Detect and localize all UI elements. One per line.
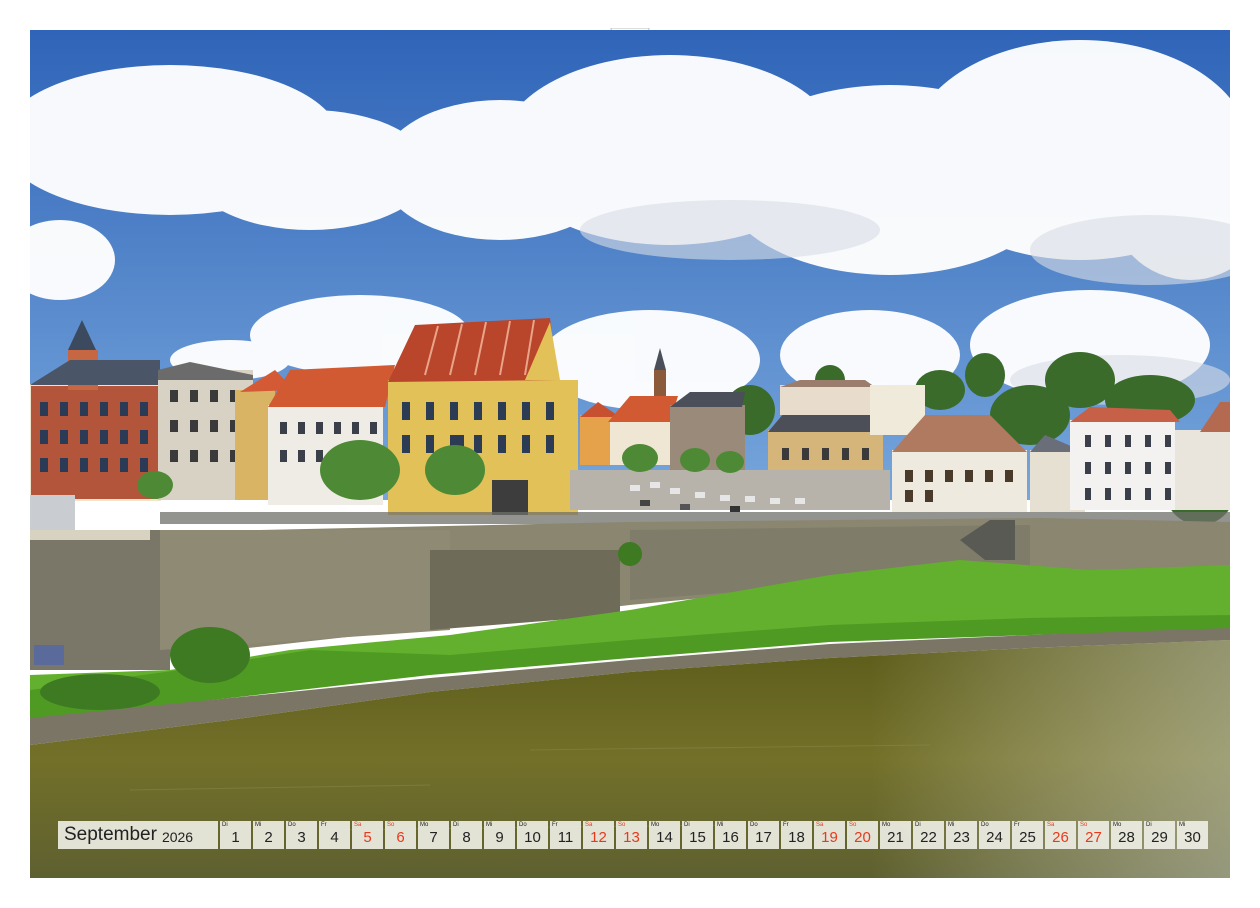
day-cell: Mo 7 [418,821,449,849]
day-cell: So 6 [385,821,416,849]
day-cell: Mo 14 [649,821,680,849]
day-number: 1 [231,829,240,846]
weekday-abbr: Mi [255,822,262,828]
day-number: 25 [1019,829,1036,846]
day-cell: Sa 26 [1045,821,1076,849]
weekday-abbr: Do [519,822,527,828]
day-number: 17 [755,829,772,846]
weekday-abbr: Di [1146,822,1152,828]
day-cell: Do 24 [979,821,1010,849]
day-cell: So 13 [616,821,647,849]
calendar-strip: September 2026 Di 1 Mi 2 Do 3 Fr 4 Sa 5 So 6 Mo 7 Di 8 M… [58,821,1208,849]
weekday-abbr: Mi [486,822,493,828]
weekday-abbr: Di [222,822,228,828]
day-cell: Sa 5 [352,821,383,849]
day-number: 9 [495,829,504,846]
weekday-abbr: Mo [651,822,660,828]
day-cell: Mo 21 [880,821,911,849]
weekday-abbr: Sa [816,822,824,828]
day-number: 14 [656,829,673,846]
weekday-abbr: Fr [321,822,327,828]
day-number: 6 [396,829,405,846]
graffiti [34,645,64,665]
weekday-abbr: Sa [585,822,593,828]
weekday-abbr: Di [684,822,690,828]
day-number: 22 [920,829,937,846]
day-number: 7 [429,829,438,846]
weekday-abbr: Mo [420,822,429,828]
day-cell: Do 10 [517,821,548,849]
day-cell: Mo 28 [1111,821,1142,849]
day-cell: Mi 9 [484,821,515,849]
weekday-abbr: Sa [1047,822,1055,828]
day-cell: Di 29 [1144,821,1175,849]
year-label: 2026 [161,828,194,845]
month-name: September [64,824,157,845]
day-number: 10 [524,829,541,846]
calendar-photo [30,30,1230,878]
day-number: 5 [363,829,372,846]
weekday-abbr: So [849,822,857,828]
day-cell: Mi 2 [253,821,284,849]
day-cell: Do 17 [748,821,779,849]
day-cell: So 27 [1078,821,1109,849]
day-number: 13 [623,829,640,846]
weekday-abbr: Fr [552,822,558,828]
day-number: 30 [1184,829,1201,846]
day-number: 4 [330,829,339,846]
weekday-abbr: Di [453,822,459,828]
weekday-abbr: So [1080,822,1088,828]
weekday-abbr: Do [981,822,989,828]
weekday-abbr: Mo [1113,822,1122,828]
day-cell: Fr 18 [781,821,812,849]
day-cell: Sa 12 [583,821,614,849]
day-number: 24 [986,829,1003,846]
day-number: 26 [1052,829,1069,846]
day-cell: Sa 19 [814,821,845,849]
day-number: 21 [887,829,904,846]
day-cell: Mi 16 [715,821,746,849]
weekday-abbr: Fr [1014,822,1020,828]
weekday-abbr: Do [288,822,296,828]
plaza [570,470,890,510]
weekday-abbr: Sa [354,822,362,828]
day-cell: Di 15 [682,821,713,849]
weekday-abbr: Mi [948,822,955,828]
day-number: 16 [722,829,739,846]
day-number: 8 [462,829,471,846]
day-number: 28 [1118,829,1135,846]
day-number: 11 [557,829,574,846]
day-cell: Di 8 [451,821,482,849]
day-number: 3 [297,829,306,846]
weekday-abbr: Mi [1179,822,1186,828]
weekday-abbr: Mi [717,822,724,828]
weekday-abbr: Fr [783,822,789,828]
weekday-abbr: Do [750,822,758,828]
weekday-abbr: So [387,822,395,828]
day-number: 27 [1085,829,1102,846]
day-cell: Fr 4 [319,821,350,849]
day-number: 23 [953,829,970,846]
weekday-abbr: So [618,822,626,828]
day-cell: Fr 25 [1012,821,1043,849]
day-cell: So 20 [847,821,878,849]
day-cell: Do 3 [286,821,317,849]
day-number: 12 [590,829,607,846]
day-cell: Di 1 [220,821,251,849]
weekday-abbr: Mo [882,822,891,828]
day-number: 15 [689,829,706,846]
day-number: 20 [854,829,871,846]
day-number: 2 [264,829,273,846]
day-number: 19 [821,829,838,846]
day-number: 29 [1151,829,1168,846]
day-cell: Mi 23 [946,821,977,849]
day-cell: Mi 30 [1177,821,1208,849]
day-number: 18 [788,829,805,846]
weekday-abbr: Di [915,822,921,828]
day-cell: Fr 11 [550,821,581,849]
day-cell: Di 22 [913,821,944,849]
month-label-box: September 2026 [58,821,218,849]
